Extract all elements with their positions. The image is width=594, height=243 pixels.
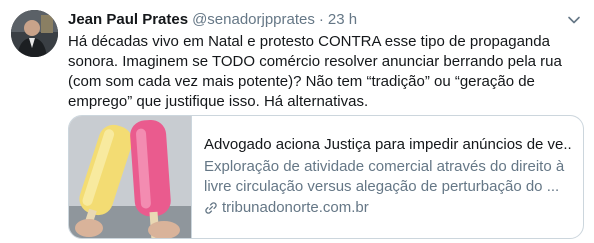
author-handle[interactable]: @senadorjpprates	[192, 11, 315, 28]
avatar[interactable]	[11, 10, 58, 57]
tweet-header: Jean Paul Prates @senadorjpprates · 23 h	[68, 10, 564, 30]
card-domain: tribunadonorte.com.br	[222, 199, 369, 216]
link-icon	[205, 202, 217, 214]
tweet[interactable]: Jean Paul Prates @senadorjpprates · 23 h Há…	[0, 0, 594, 243]
author-name[interactable]: Jean Paul Prates	[68, 11, 188, 28]
link-card[interactable]: Advogado aciona Justiça para impedir anú…	[68, 115, 584, 239]
card-body: Advogado aciona Justiça para impedir anú…	[204, 135, 573, 218]
popsicles-image	[69, 116, 192, 238]
timestamp[interactable]: 23 h	[328, 11, 357, 28]
separator-dot: ·	[318, 11, 324, 28]
tweet-text: Há décadas vivo em Natal e protesto CONT…	[68, 33, 562, 110]
card-title: Advogado aciona Justiça para impedir anú…	[204, 136, 573, 153]
card-description: Exploração de atividade comercial atravé…	[204, 158, 565, 195]
chevron-down-icon[interactable]	[566, 12, 582, 28]
card-domain-row: tribunadonorte.com.br	[204, 198, 573, 218]
